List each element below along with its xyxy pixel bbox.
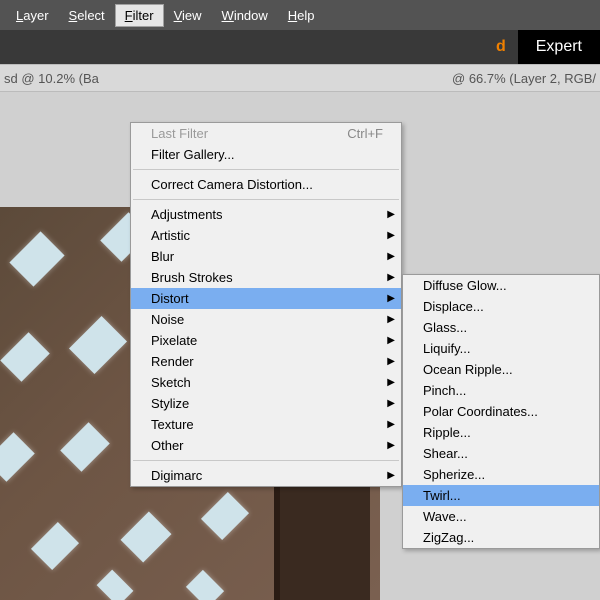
menu-item-label: Diffuse Glow...	[423, 278, 581, 293]
menu-item-label: Pixelate	[151, 333, 383, 348]
distort-item-ripple[interactable]: Ripple...	[403, 422, 599, 443]
menu-item-label: Sketch	[151, 375, 383, 390]
submenu-arrow-icon: ▶	[387, 398, 395, 409]
filter-item-blur[interactable]: Blur ▶	[131, 246, 401, 267]
distort-item-pinch[interactable]: Pinch...	[403, 380, 599, 401]
filter-item-pixelate[interactable]: Pixelate ▶	[131, 330, 401, 351]
menu-filter[interactable]: Filter	[115, 4, 164, 27]
menu-item-label: Distort	[151, 291, 383, 306]
menu-item-label: Correct Camera Distortion...	[151, 177, 383, 192]
distort-item-glass[interactable]: Glass...	[403, 317, 599, 338]
distort-item-shear[interactable]: Shear...	[403, 443, 599, 464]
filter-item-artistic[interactable]: Artistic ▶	[131, 225, 401, 246]
menubar: LayerSelectFilterViewWindowHelp	[0, 0, 600, 30]
filter-item-other[interactable]: Other ▶	[131, 435, 401, 456]
submenu-arrow-icon: ▶	[387, 440, 395, 451]
filter-item-distort[interactable]: Distort ▶	[131, 288, 401, 309]
filter-item-texture[interactable]: Texture ▶	[131, 414, 401, 435]
menu-item-label: Digimarc	[151, 468, 383, 483]
filter-item-correct-camera-distortion[interactable]: Correct Camera Distortion...	[131, 174, 401, 195]
distort-item-diffuse-glow[interactable]: Diffuse Glow...	[403, 275, 599, 296]
document-tab-left[interactable]: sd @ 10.2% (Ba	[0, 71, 99, 86]
submenu-arrow-icon: ▶	[387, 470, 395, 481]
distort-item-liquify[interactable]: Liquify...	[403, 338, 599, 359]
menu-select[interactable]: Select	[59, 4, 115, 27]
mode-indicator: d	[484, 38, 518, 56]
filter-item-filter-gallery[interactable]: Filter Gallery...	[131, 144, 401, 165]
menu-separator	[133, 199, 399, 200]
menu-item-label: Filter Gallery...	[151, 147, 383, 162]
filter-item-adjustments[interactable]: Adjustments ▶	[131, 204, 401, 225]
filter-item-last-filter: Last FilterCtrl+F	[131, 123, 401, 144]
distort-item-wave[interactable]: Wave...	[403, 506, 599, 527]
menu-item-label: Ocean Ripple...	[423, 362, 581, 377]
document-tab-right[interactable]: @ 66.7% (Layer 2, RGB/	[452, 71, 600, 86]
filter-item-sketch[interactable]: Sketch ▶	[131, 372, 401, 393]
menu-window[interactable]: Window	[212, 4, 278, 27]
tab-expert[interactable]: Expert	[518, 30, 600, 64]
menu-item-label: Wave...	[423, 509, 581, 524]
menu-item-label: ZigZag...	[423, 530, 581, 545]
submenu-arrow-icon: ▶	[387, 230, 395, 241]
menu-item-label: Ripple...	[423, 425, 581, 440]
filter-item-noise[interactable]: Noise ▶	[131, 309, 401, 330]
distort-item-ocean-ripple[interactable]: Ocean Ripple...	[403, 359, 599, 380]
canvas-area: Last FilterCtrl+F Filter Gallery... Correc…	[0, 92, 600, 600]
filter-item-stylize[interactable]: Stylize ▶	[131, 393, 401, 414]
menu-item-label: Twirl...	[423, 488, 581, 503]
menu-item-label: Displace...	[423, 299, 581, 314]
menu-item-label: Artistic	[151, 228, 383, 243]
distort-submenu: Diffuse Glow... Displace... Glass... Liquif…	[402, 274, 600, 549]
menu-item-label: Blur	[151, 249, 383, 264]
filter-item-render[interactable]: Render ▶	[131, 351, 401, 372]
menu-item-label: Spherize...	[423, 467, 581, 482]
menu-item-label: Texture	[151, 417, 383, 432]
menu-item-label: Stylize	[151, 396, 383, 411]
submenu-arrow-icon: ▶	[387, 314, 395, 325]
mode-tabbar: d Expert	[0, 30, 600, 64]
menu-item-label: Glass...	[423, 320, 581, 335]
document-tab-bar: sd @ 10.2% (Ba @ 66.7% (Layer 2, RGB/	[0, 64, 600, 92]
filter-item-brush-strokes[interactable]: Brush Strokes ▶	[131, 267, 401, 288]
menu-layer[interactable]: Layer	[6, 4, 59, 27]
submenu-arrow-icon: ▶	[387, 272, 395, 283]
menu-help[interactable]: Help	[278, 4, 325, 27]
menu-view[interactable]: View	[164, 4, 212, 27]
menu-item-label: Last Filter	[151, 126, 327, 141]
submenu-arrow-icon: ▶	[387, 419, 395, 430]
distort-item-displace[interactable]: Displace...	[403, 296, 599, 317]
distort-item-zigzag[interactable]: ZigZag...	[403, 527, 599, 548]
filter-item-digimarc[interactable]: Digimarc ▶	[131, 465, 401, 486]
menu-item-label: Render	[151, 354, 383, 369]
menu-item-label: Shear...	[423, 446, 581, 461]
menu-item-label: Liquify...	[423, 341, 581, 356]
menu-item-label: Polar Coordinates...	[423, 404, 581, 419]
submenu-arrow-icon: ▶	[387, 251, 395, 262]
distort-item-polar-coordinates[interactable]: Polar Coordinates...	[403, 401, 599, 422]
submenu-arrow-icon: ▶	[387, 209, 395, 220]
distort-item-twirl[interactable]: Twirl...	[403, 485, 599, 506]
menu-item-label: Adjustments	[151, 207, 383, 222]
submenu-arrow-icon: ▶	[387, 356, 395, 367]
distort-item-spherize[interactable]: Spherize...	[403, 464, 599, 485]
menu-separator	[133, 169, 399, 170]
submenu-arrow-icon: ▶	[387, 335, 395, 346]
menu-separator	[133, 460, 399, 461]
menu-shortcut: Ctrl+F	[327, 126, 383, 141]
filter-menu: Last FilterCtrl+F Filter Gallery... Correc…	[130, 122, 402, 487]
menu-item-label: Pinch...	[423, 383, 581, 398]
submenu-arrow-icon: ▶	[387, 377, 395, 388]
menu-item-label: Brush Strokes	[151, 270, 383, 285]
menu-item-label: Noise	[151, 312, 383, 327]
submenu-arrow-icon: ▶	[387, 293, 395, 304]
menu-item-label: Other	[151, 438, 383, 453]
